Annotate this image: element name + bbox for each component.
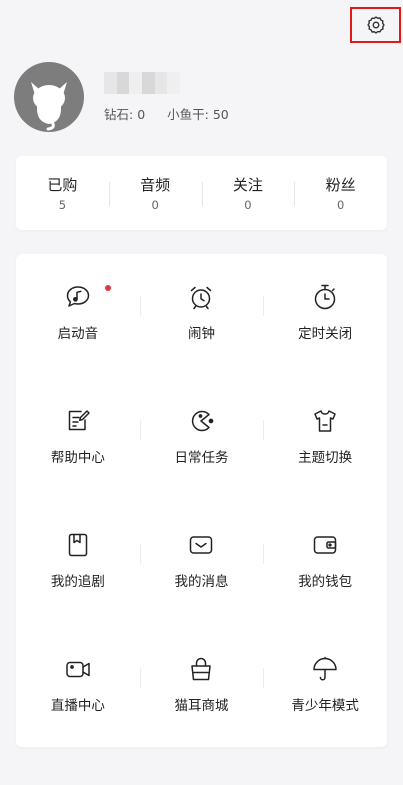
speech-bubble-music-icon [66, 286, 90, 307]
menu-mall[interactable]: 猫耳商城 [139, 654, 264, 778]
menu-sleep-timer[interactable]: 定时关闭 [263, 282, 387, 406]
stat-value: 5 [58, 198, 67, 212]
bookmark-icon [68, 533, 88, 557]
menu-label: 定时关闭 [298, 326, 353, 342]
menu-label: 主题切换 [298, 450, 353, 466]
menu-label: 直播中心 [50, 698, 105, 714]
help-document-icon [68, 410, 90, 431]
cat-avatar-icon [31, 82, 67, 131]
shopping-bag-icon [191, 657, 212, 681]
menu-my-messages[interactable]: 我的消息 [139, 530, 264, 654]
diamond-label: 钻石: [104, 107, 134, 122]
menu-label: 猫耳商城 [174, 698, 229, 714]
notification-dot [105, 285, 111, 291]
menu-label: 青少年模式 [291, 698, 359, 714]
stat-label: 关注 [232, 176, 263, 194]
stat-value: 0 [244, 198, 252, 212]
diamond-value: 0 [137, 107, 146, 122]
menu-alarm[interactable]: 闹钟 [139, 282, 264, 406]
menu-label: 启动音 [57, 326, 99, 342]
balance-info: 钻石: 0 小鱼干: 50 [104, 104, 229, 123]
menu-label: 闹钟 [187, 326, 215, 342]
menu-label: 我的追剧 [50, 574, 105, 590]
envelope-icon [190, 536, 213, 554]
menu-card: 启动音 闹钟 定时关闭 帮助中心 日常任务 主题切换 我的追剧 我的消息 我的钱… [16, 254, 387, 747]
settings-button[interactable] [350, 7, 401, 43]
gear-icon [366, 16, 385, 34]
menu-daily-tasks[interactable]: 日常任务 [139, 406, 264, 530]
menu-my-wallet[interactable]: 我的钱包 [263, 530, 387, 654]
umbrella-icon [313, 656, 337, 681]
username-redacted [104, 72, 180, 94]
tshirt-icon [314, 410, 336, 432]
video-camera-icon [66, 661, 90, 678]
stat-purchased[interactable]: 已购 5 [16, 174, 109, 212]
menu-teen-mode[interactable]: 青少年模式 [263, 654, 387, 778]
menu-label: 帮助中心 [50, 450, 105, 466]
menu-startup-sound[interactable]: 启动音 [16, 282, 140, 406]
stat-label: 粉丝 [325, 176, 356, 194]
menu-label: 我的消息 [174, 574, 229, 590]
pacman-icon [192, 410, 214, 432]
profile-header: 钻石: 0 小鱼干: 50 [14, 62, 403, 134]
menu-theme-switch[interactable]: 主题切换 [263, 406, 387, 530]
menu-label: 日常任务 [174, 450, 229, 466]
stat-audio[interactable]: 音频 0 [108, 174, 202, 212]
stat-label: 音频 [140, 176, 171, 194]
stat-value: 0 [336, 198, 345, 212]
stat-following[interactable]: 关注 0 [201, 174, 295, 212]
fish-value: 50 [212, 107, 229, 122]
menu-my-drama[interactable]: 我的追剧 [16, 530, 140, 654]
alarm-clock-icon [191, 286, 212, 310]
menu-help-center[interactable]: 帮助中心 [16, 406, 140, 530]
stat-label: 已购 [47, 176, 78, 194]
avatar[interactable] [14, 62, 84, 132]
timer-icon [314, 284, 336, 310]
stat-fans[interactable]: 粉丝 0 [294, 174, 387, 212]
stat-value: 0 [151, 198, 159, 212]
fish-label: 小鱼干: [167, 107, 209, 122]
menu-label: 我的钱包 [298, 574, 353, 590]
menu-live-center[interactable]: 直播中心 [16, 654, 140, 778]
wallet-icon [313, 536, 337, 554]
stats-card: 已购 5 音频 0 关注 0 粉丝 0 [16, 156, 387, 230]
